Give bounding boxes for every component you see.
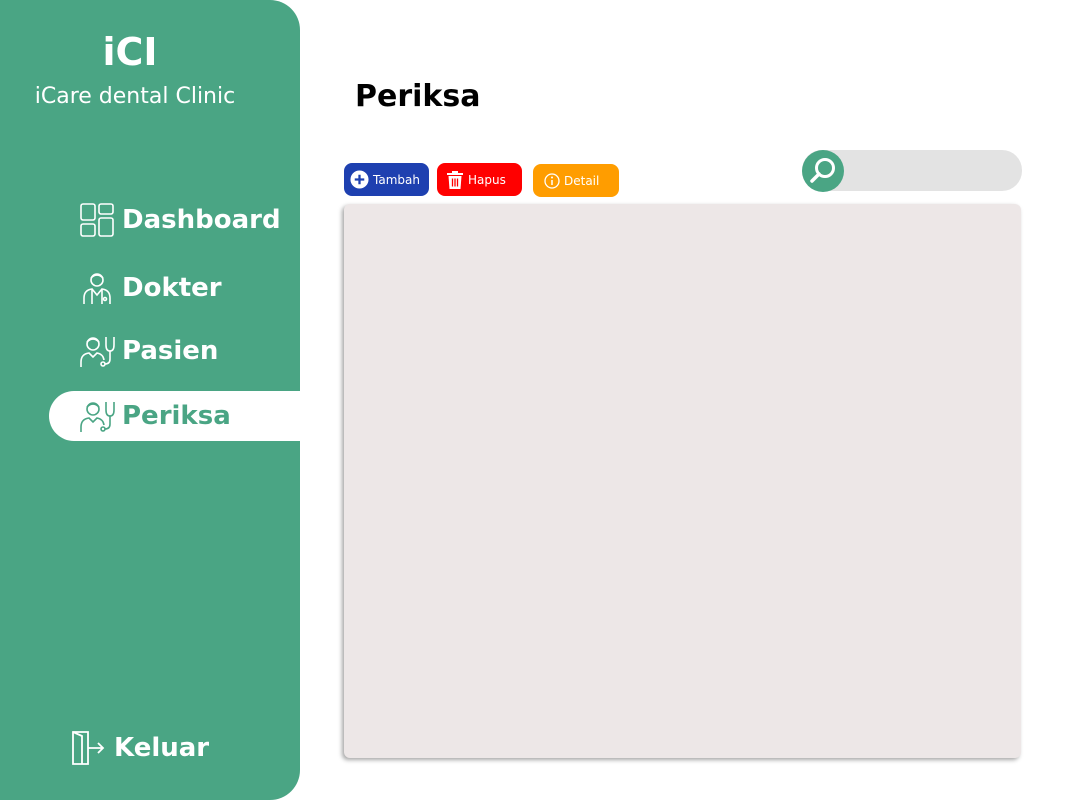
page-title: Periksa: [355, 79, 481, 114]
detail-button[interactable]: Detail: [533, 164, 619, 197]
trash-icon: [446, 170, 464, 190]
detail-button-label: Detail: [564, 173, 600, 188]
sidebar-item-periksa[interactable]: Periksa: [49, 391, 300, 441]
sidebar-item-label: Periksa: [122, 401, 231, 431]
add-button-label: Tambah: [373, 172, 420, 187]
plus-circle-icon: [350, 170, 369, 189]
sidebar-item-label: Dashboard: [122, 205, 281, 235]
doctor-icon: [79, 270, 115, 306]
search-icon[interactable]: [802, 150, 844, 192]
sidebar-item-label: Pasien: [122, 336, 219, 366]
dashboard-icon: [79, 202, 115, 238]
sidebar-item-label: Dokter: [122, 273, 222, 303]
examination-icon: [79, 398, 115, 434]
logout-button[interactable]: Keluar: [70, 728, 209, 768]
sidebar-item-dokter[interactable]: Dokter: [49, 263, 300, 313]
search-bar: [802, 150, 1022, 192]
examination-table: [344, 204, 1021, 758]
app-logo: iCI: [102, 30, 158, 74]
delete-button-label: Hapus: [468, 172, 506, 187]
search-input[interactable]: [850, 155, 1014, 188]
info-icon: [544, 172, 560, 189]
clinic-name: iCare dental Clinic: [34, 84, 236, 109]
logout-icon: [70, 730, 106, 766]
add-button[interactable]: Tambah: [344, 163, 429, 196]
sidebar-item-dashboard[interactable]: Dashboard: [49, 195, 300, 245]
patient-icon: [79, 333, 115, 369]
sidebar: iCI iCare dental Clinic Dashboard Dokter: [0, 0, 300, 800]
logout-label: Keluar: [114, 733, 210, 763]
sidebar-item-pasien[interactable]: Pasien: [49, 326, 300, 376]
delete-button[interactable]: Hapus: [437, 163, 522, 196]
